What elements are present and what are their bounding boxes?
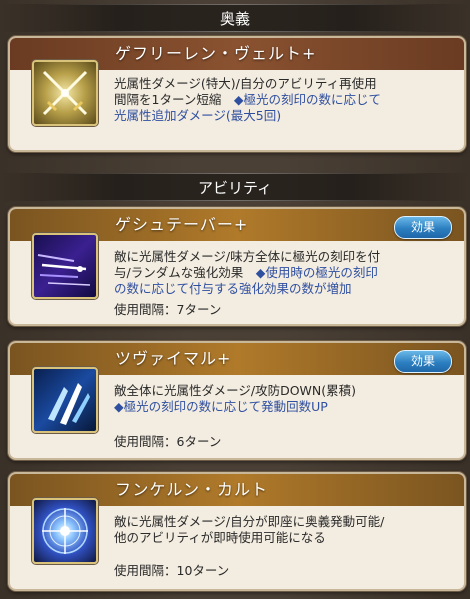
ability-card-1[interactable]: ゲシュテーバー+ 効果 敵に光属性ダメージ/味方全体に極光の刻印を付 与/ランダ… [8,207,466,326]
effect-button[interactable]: 効果 [394,350,452,373]
ability-description: 敵全体に光属性ダメージ/攻防DOWN(累積) ◆極光の刻印の数に応じて発動回数U… [114,383,357,414]
section-header-ability: アビリティ [0,173,470,201]
section-title: アビリティ [197,178,273,197]
ability-card-2[interactable]: ツヴァイマル+ 効果 敵全体に光属性ダメージ/攻防DOWN(累積) ◆極光の刻印… [8,341,466,460]
effect-button[interactable]: 効果 [394,216,452,239]
cooldown-text: 使用間隔：6ターン [114,434,222,449]
ability-name: ツヴァイマル+ [115,349,232,368]
ougi-name: ゲフリーレン・ヴェルト+ [115,44,317,63]
light-streaks-icon [32,233,98,299]
ability-description: 敵に光属性ダメージ/味方全体に極光の刻印を付 与/ランダムな強化効果 ◆使用時の… [114,249,381,296]
ability-name: フンケルン・カルト [115,480,269,499]
ability-card-3[interactable]: フンケルン・カルト 敵に光属性ダメージ/自分が即座に奥義発動可能/ 他のアビリテ… [8,472,466,591]
ougi-card[interactable]: ゲフリーレン・ヴェルト+ 光属性ダメージ(特大)/自分のアビリティ再使用 間隔を… [8,36,466,152]
cooldown-text: 使用間隔：7ターン [114,302,222,317]
crossed-swords-icon [32,60,98,126]
ice-shards-icon [32,367,98,433]
section-title: 奥義 [219,9,250,28]
ougi-description: 光属性ダメージ(特大)/自分のアビリティ再使用 間隔を1ターン短縮 ◆極光の刻印… [114,76,381,123]
cooldown-text: 使用間隔：10ターン [114,563,230,578]
star-burst-icon [32,498,98,564]
ability-description: 敵に光属性ダメージ/自分が即座に奥義発動可能/ 他のアビリティが即時使用可能にな… [114,514,385,545]
ability-name: ゲシュテーバー+ [115,215,249,234]
section-header-ougi: 奥義 [0,4,470,32]
